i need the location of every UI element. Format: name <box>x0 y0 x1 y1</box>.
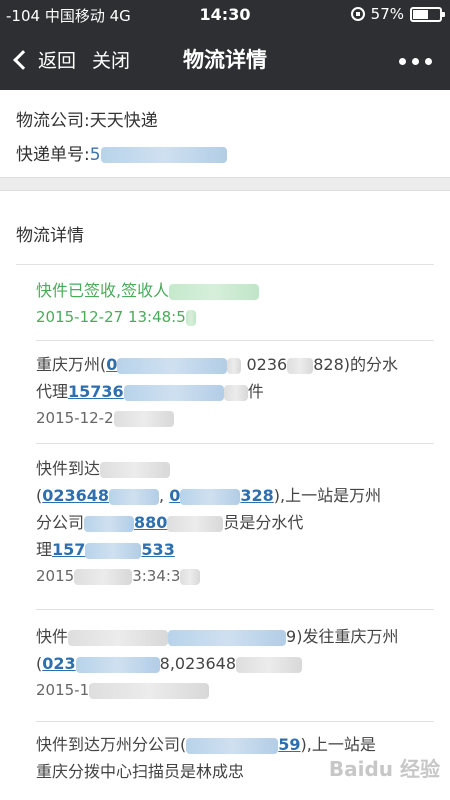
status-bar: -104 中国移动 4G 14:30 57% <box>0 0 450 30</box>
list-item: 快件已签收,签收人 2015-12-27 13:48:5 <box>36 277 436 331</box>
divider <box>36 721 434 722</box>
redacted-blur <box>85 542 142 559</box>
redacted-blur <box>185 309 196 326</box>
redacted-blur <box>167 515 224 532</box>
redacted-blur <box>186 737 279 754</box>
page-title: 物流详情 <box>183 48 267 72</box>
divider <box>36 609 434 610</box>
entry-text: 重庆分拨中心扫描员是林成忠 <box>36 762 245 781</box>
phone-link[interactable]: 15736 <box>68 382 124 401</box>
divider <box>16 264 434 265</box>
waybill-label: 快递单号: <box>16 145 90 165</box>
entry-text: 9)发往重庆万州 <box>286 627 399 646</box>
redacted-blur <box>169 283 260 300</box>
entry-text: 023648 <box>174 654 236 673</box>
redacted-blur <box>84 515 135 532</box>
redacted-blur <box>117 357 228 374</box>
entry-text: 快件已签收,签收人 <box>36 281 170 300</box>
entry-text: 0236 <box>246 355 288 374</box>
company-name: 天天快递 <box>89 111 158 131</box>
phone-link[interactable]: 533 <box>141 540 174 559</box>
divider <box>36 340 434 341</box>
redacted-blur <box>68 629 169 646</box>
entry-text: 快件 <box>36 627 69 646</box>
entry-text: 件 <box>247 382 264 401</box>
phone-link[interactable]: 023648 <box>42 486 109 505</box>
status-icons: 57% <box>350 5 445 23</box>
redacted-blur <box>180 568 201 585</box>
entry-text: 理 <box>36 540 53 559</box>
battery-percent: 57% <box>370 5 404 23</box>
phone-link[interactable]: 157 <box>52 540 85 559</box>
redacted-blur <box>168 629 287 646</box>
redacted-blur <box>100 461 171 478</box>
redacted-blur <box>74 568 133 585</box>
redacted-blur <box>236 656 302 673</box>
waybill-row: 快递单号:5 <box>16 140 227 165</box>
phone-link[interactable]: 0 <box>169 486 180 505</box>
battery-icon <box>410 6 445 22</box>
company-label: 物流公司: <box>16 111 90 131</box>
waybill-number[interactable]: 5 <box>90 145 101 165</box>
redacted-blur <box>113 410 174 427</box>
entry-time: 2015-1 <box>36 681 90 699</box>
phone-link[interactable]: 0 <box>106 355 117 374</box>
entry-text: 快件到达万州分公司( <box>36 735 187 754</box>
rotation-lock-icon <box>350 7 365 21</box>
redacted-blur <box>100 147 227 163</box>
entry-time: 2015 <box>36 567 75 585</box>
more-icon[interactable] <box>399 58 432 65</box>
entry-text: 828)的分水 <box>313 355 398 374</box>
list-item: 快件 9)发往重庆万州 (023 8,023648 2015-1 <box>36 623 436 704</box>
company-row: 物流公司:天天快递 <box>16 106 158 131</box>
redacted-blur <box>75 656 160 673</box>
entry-text: 8, <box>159 654 175 673</box>
phone-link[interactable]: 328 <box>240 486 273 505</box>
redacted-blur <box>109 488 160 505</box>
details-title: 物流详情 <box>16 226 84 246</box>
phone-link[interactable]: 59 <box>278 735 300 754</box>
divider <box>36 443 434 444</box>
details-card: 物流详情 快件已签收,签收人 2015-12-27 13:48:5 重庆万州(0… <box>0 190 450 800</box>
battery-fill <box>413 9 428 19</box>
entry-text: 快件到达 <box>36 459 101 478</box>
entry-time: 2015-12-2 <box>36 409 114 427</box>
redacted-blur <box>227 357 242 374</box>
redacted-blur <box>89 682 210 699</box>
list-item: 快件到达 (023648, 0 328),上一站是万州 分公司 880 员是分水代 理… <box>36 459 382 585</box>
company-card: 物流公司:天天快递 快递单号:5 <box>0 90 450 178</box>
list-item: 重庆万州(0 0236 828)的分水 代理15736 件 2015-12-2 <box>36 351 436 432</box>
redacted-blur <box>123 384 224 401</box>
entry-text: 代理 <box>36 382 69 401</box>
entry-time: 2015-12-27 13:48:5 <box>36 308 186 326</box>
phone-link[interactable]: 880 <box>134 513 167 532</box>
entry-text: 重庆万州( <box>36 355 107 374</box>
entry-time: 3:34:3 <box>132 567 181 585</box>
watermark-logo: Baidu 经验 <box>328 757 440 781</box>
navbar: 返回 关闭 物流详情 <box>0 30 450 90</box>
redacted-blur <box>180 488 241 505</box>
entry-text: 分公司 <box>36 513 85 532</box>
phone-link[interactable]: 023 <box>42 654 75 673</box>
redacted-blur <box>223 384 248 401</box>
entry-text: 员是分水代 <box>223 513 304 532</box>
entry-text: ),上一站是万州 <box>273 486 382 505</box>
entry-text: ),上一站是 <box>300 735 376 754</box>
redacted-blur <box>287 357 314 374</box>
